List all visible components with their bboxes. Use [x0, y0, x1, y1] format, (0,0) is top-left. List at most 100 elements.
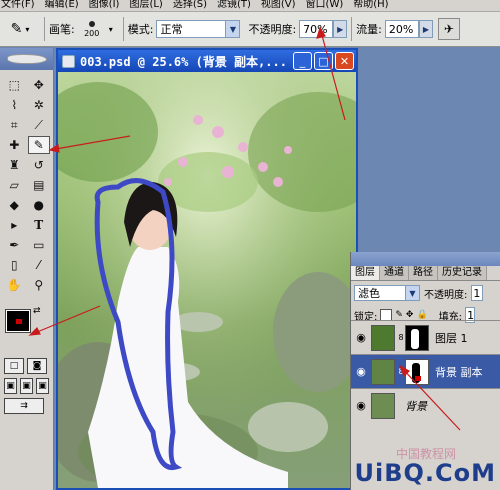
flow-value: 20%	[388, 22, 414, 36]
clone-stamp-icon[interactable]: ♜	[3, 156, 26, 174]
brush-picker[interactable]: 200	[75, 14, 109, 44]
separator	[351, 17, 353, 41]
tool-preset-picker[interactable]: ✎ ▾	[0, 21, 40, 37]
eye-icon[interactable]: ◉	[351, 399, 371, 412]
brush-size: 200	[84, 28, 100, 38]
brush-label: 画笔:	[49, 23, 75, 36]
foreground-color-swatch[interactable]	[5, 309, 31, 333]
notes-icon[interactable]: ▯	[3, 256, 26, 274]
magic-wand-icon[interactable]: ✲	[28, 96, 51, 114]
brush-tool-icon[interactable]: ✎	[27, 136, 50, 154]
menu-filter[interactable]: 滤镜(T)	[216, 0, 260, 11]
layer-thumbnail	[371, 392, 395, 419]
maximize-icon[interactable]: □	[314, 52, 333, 70]
dodge-icon[interactable]: ●	[28, 196, 51, 214]
feather-logo-icon	[6, 54, 47, 64]
screen-mode-full-icon[interactable]: ▣	[36, 378, 49, 394]
chevron-down-icon: ▼	[225, 21, 240, 37]
flow-input[interactable]: 20%	[384, 20, 419, 38]
tool-grid: ⬚ ✥ ⌇ ✲ ⌗ ⟋ ✚ ✎ ♜ ↺ ▱ ▤ ◆ ● ▸ T ✒ ▭ ▯ ⁄ …	[0, 70, 53, 300]
move-icon[interactable]: ✥	[28, 76, 51, 94]
layer-row[interactable]: ◉ 8 图层 1	[351, 320, 500, 354]
layer-thumbnail	[371, 324, 395, 351]
hand-icon[interactable]: ✋	[3, 276, 26, 294]
menu-window[interactable]: 窗口(W)	[305, 0, 353, 11]
lock-move-icon[interactable]: ✥	[406, 310, 414, 320]
window-controls: _ □ ✕	[293, 52, 354, 70]
layer-mask-thumbnail[interactable]	[405, 324, 429, 351]
document-title: 003.psd @ 25.6% (背景 副本,...	[80, 54, 287, 69]
lock-brush-icon[interactable]: ✎	[395, 310, 403, 320]
eye-icon[interactable]: ◉	[351, 365, 371, 378]
menu-view[interactable]: 视图(V)	[260, 0, 305, 11]
flow-label: 流量:	[356, 23, 382, 36]
blend-mode-select[interactable]: 滤色 ▼	[354, 285, 420, 301]
slice-icon[interactable]: ⟋	[28, 116, 51, 134]
photo-artwork	[58, 72, 356, 488]
gradient-icon[interactable]: ▤	[28, 176, 51, 194]
brush-tip-icon	[88, 20, 95, 27]
mode-value: 正常	[160, 23, 183, 36]
menu-image[interactable]: 图像(I)	[88, 0, 129, 11]
menu-layer[interactable]: 图层(L)	[128, 0, 171, 11]
layer-name: 背景 副本	[435, 365, 483, 379]
marquee-icon[interactable]: ⬚	[3, 76, 26, 94]
layer-mask-thumbnail[interactable]	[405, 358, 429, 385]
screen-mode-full-menu-icon[interactable]: ▣	[20, 378, 33, 394]
crop-icon[interactable]: ⌗	[3, 116, 26, 134]
document-icon	[62, 54, 75, 68]
layers-panel-titlebar[interactable]	[351, 252, 500, 266]
image-canvas[interactable]	[58, 72, 356, 488]
layer-opacity-label: 不透明度:	[424, 289, 468, 301]
lock-all-icon[interactable]: 🔒	[416, 310, 427, 320]
cursor-marker	[16, 319, 22, 324]
type-icon[interactable]: T	[28, 216, 51, 234]
airbrush-icon[interactable]: ✈	[437, 18, 460, 40]
chevron-down-icon[interactable]: ▾	[109, 25, 113, 34]
menu-edit[interactable]: 编辑(E)	[44, 0, 88, 11]
watermark-logo: UiBQ.CoM	[354, 459, 496, 487]
minimize-icon[interactable]: _	[293, 52, 312, 70]
mask-modes: □ ◙	[0, 356, 53, 376]
eyedropper-icon[interactable]: ⁄	[28, 256, 51, 274]
blend-row: 滤色 ▼ 不透明度: 1	[351, 281, 500, 305]
zoom-icon[interactable]: ⚲	[28, 276, 51, 294]
layer-row[interactable]: ◉ 背景	[351, 388, 500, 422]
opacity-input[interactable]: 70%	[299, 20, 334, 38]
pen-icon[interactable]: ✒	[3, 236, 26, 254]
link-icon: 8	[398, 367, 404, 376]
tab-history[interactable]: 历史记录	[438, 266, 487, 280]
tab-layers[interactable]: 图层	[351, 266, 380, 280]
quick-mask-icon[interactable]: ◙	[27, 358, 47, 374]
path-select-icon[interactable]: ▸	[3, 216, 26, 234]
layer-row-selected[interactable]: ◉ 8 背景 副本	[351, 354, 500, 388]
screen-mode-standard-icon[interactable]: ▣	[4, 378, 17, 394]
separator	[44, 17, 45, 41]
lasso-icon[interactable]: ⌇	[3, 96, 26, 114]
eraser-icon[interactable]: ▱	[3, 176, 26, 194]
toolbox: ⬚ ✥ ⌇ ✲ ⌗ ⟋ ✚ ✎ ♜ ↺ ▱ ▤ ◆ ● ▸ T ✒ ▭ ▯ ⁄ …	[0, 48, 54, 490]
blur-icon[interactable]: ◆	[3, 196, 26, 214]
mode-select[interactable]: 正常 ▼	[156, 20, 241, 38]
opacity-slider-button[interactable]: ▶	[333, 20, 348, 38]
tab-paths[interactable]: 路径	[409, 266, 438, 280]
menu-select[interactable]: 选择(S)	[172, 0, 216, 11]
standard-mode-icon[interactable]: □	[4, 358, 24, 374]
eye-icon[interactable]: ◉	[351, 331, 371, 344]
flow-slider-button[interactable]: ▶	[418, 20, 433, 38]
close-icon[interactable]: ✕	[335, 52, 354, 70]
mode-label: 模式:	[127, 23, 154, 36]
swap-colors-icon[interactable]: ⇄	[33, 306, 41, 316]
layer-opacity-input[interactable]: 1	[471, 285, 484, 301]
tab-channels[interactable]: 通道	[380, 266, 409, 280]
history-brush-icon[interactable]: ↺	[28, 156, 51, 174]
shape-icon[interactable]: ▭	[28, 236, 51, 254]
link-icon: 8	[398, 333, 404, 342]
blend-mode-value: 滤色	[358, 287, 380, 300]
menu-help[interactable]: 帮助(H)	[352, 0, 397, 11]
menu-file[interactable]: 文件(F)	[0, 0, 44, 11]
opacity-label: 不透明度:	[248, 23, 297, 36]
imageready-icon[interactable]: ⇉	[4, 398, 44, 414]
healing-brush-icon[interactable]: ✚	[3, 136, 26, 154]
layer-name: 背景	[405, 399, 427, 413]
